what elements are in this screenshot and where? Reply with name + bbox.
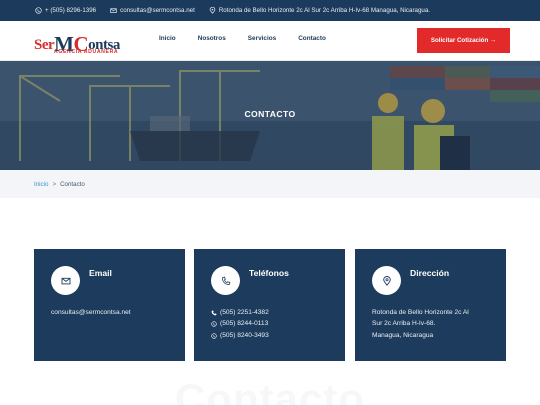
address-line-2: Sur 2c Arriba H-Iv-68. [372, 320, 436, 328]
top-info-bar: + (505) 8296-1396 consultas@sermcontsa.n… [0, 0, 540, 21]
whatsapp-icon [211, 321, 217, 327]
address-card: Dirección Rotonda de Bello Horizonte 2c … [355, 249, 506, 361]
section-watermark-title: Contacto [175, 375, 365, 405]
hero-banner: CONTACTO [0, 61, 540, 170]
main-navigation: Inicio Nosotros Servicios Contacto [159, 35, 348, 42]
logo-tagline: AGENCIA ADUANERA [54, 49, 119, 55]
envelope-icon [61, 277, 70, 284]
address-card-body: Rotonda de Bello Horizonte 2c Al Sur 2c … [372, 307, 469, 341]
phone-line-2[interactable]: (505) 8244-0113 [211, 318, 269, 329]
page-title: CONTACTO [244, 109, 296, 119]
chevron-right-icon: > [52, 180, 57, 188]
location-pin-icon [382, 275, 391, 286]
topbar-address: Rotonda de Bello Horizonte 2c Al Sur 2c … [209, 7, 430, 14]
request-quote-button[interactable]: Solicitar Cotización → [417, 28, 510, 53]
phone-icon [211, 310, 217, 316]
whatsapp-icon [35, 7, 42, 14]
email-address[interactable]: consultas@sermcontsa.net [51, 307, 131, 318]
nav-item-nosotros[interactable]: Nosotros [198, 35, 226, 42]
address-card-title: Dirección [410, 268, 450, 278]
address-line-3: Managua, Nicaragua [372, 331, 434, 339]
phone-line-1[interactable]: (505) 2251-4382 [211, 307, 269, 318]
nav-item-servicios[interactable]: Servicios [248, 35, 276, 42]
phones-card: Teléfonos (505) 2251-4382 (505) 8244-011… [194, 249, 345, 361]
phones-card-body: (505) 2251-4382 (505) 8244-0113 (505) 82… [211, 307, 269, 341]
whatsapp-icon [211, 332, 217, 339]
phone-line-3[interactable]: (505) 8240-3493 [211, 330, 269, 341]
email-card-title: Email [89, 268, 112, 278]
site-header: SerMContsa AGENCIA ADUANERA Inicio Nosot… [0, 21, 540, 61]
breadcrumb-current: Contacto [60, 180, 85, 188]
email-card-body: consultas@sermcontsa.net [51, 307, 131, 318]
envelope-icon [110, 8, 117, 13]
topbar-email[interactable]: consultas@sermcontsa.net [110, 7, 195, 14]
address-icon-circle [372, 266, 401, 295]
topbar-phone-text: + (505) 8296-1396 [45, 7, 97, 14]
email-icon-circle [51, 266, 80, 295]
phone-number-3: (505) 8240-3493 [220, 331, 269, 339]
topbar-phone[interactable]: + (505) 8296-1396 [35, 7, 96, 14]
email-card: Email consultas@sermcontsa.net [34, 249, 185, 361]
phone-icon-circle [211, 266, 240, 295]
topbar-address-text: Rotonda de Bello Horizonte 2c Al Sur 2c … [218, 7, 431, 14]
nav-item-contacto[interactable]: Contacto [298, 35, 326, 42]
phones-card-title: Teléfonos [249, 268, 289, 278]
company-logo[interactable]: SerMContsa AGENCIA ADUANERA [34, 26, 124, 58]
breadcrumb: Inicio > Contacto [0, 170, 540, 198]
nav-item-inicio[interactable]: Inicio [159, 35, 176, 42]
phone-number-2: (505) 8244-0113 [220, 320, 269, 328]
topbar-email-text: consultas@sermcontsa.net [120, 7, 195, 14]
address-line-1: Rotonda de Bello Horizonte 2c Al [372, 309, 469, 316]
phone-number-1: (505) 2251-4382 [220, 309, 269, 316]
location-pin-icon [209, 7, 216, 14]
breadcrumb-home-link[interactable]: Inicio [34, 181, 48, 188]
phone-icon [221, 276, 230, 285]
